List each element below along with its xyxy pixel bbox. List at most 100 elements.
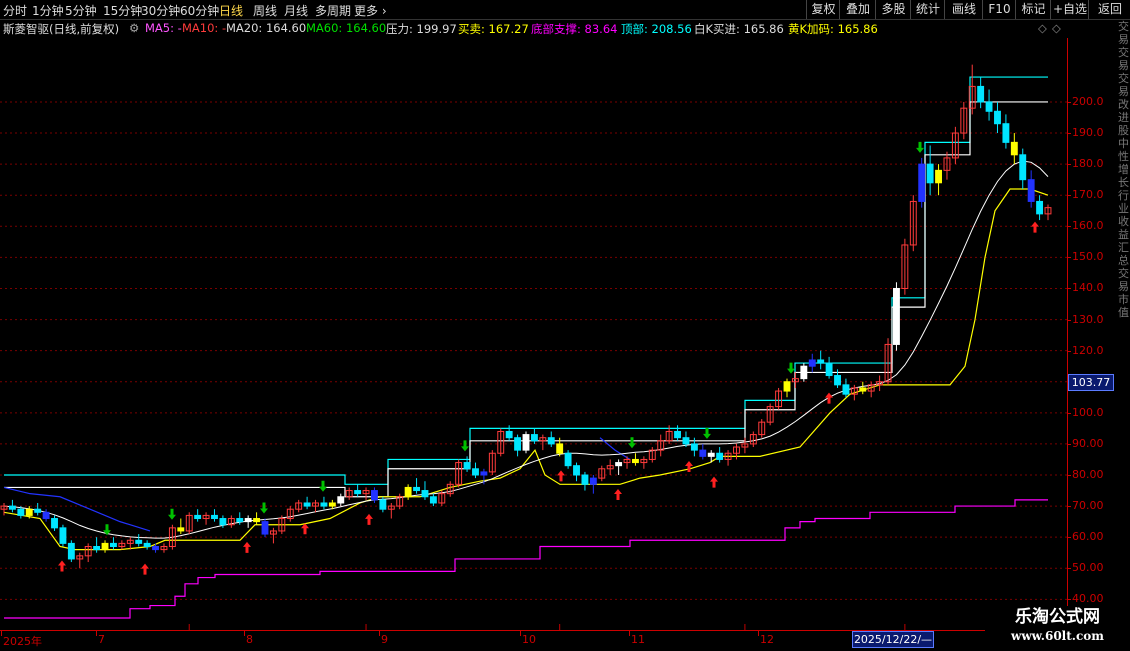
price-tick — [1068, 443, 1071, 445]
price-tick — [1068, 257, 1071, 259]
candle-body — [859, 387, 867, 392]
price-tick — [1068, 412, 1071, 414]
watermark-url: www.60lt.com — [1011, 629, 1104, 643]
candle-body — [253, 518, 261, 523]
period-tab-10[interactable]: 更多 › — [354, 2, 387, 19]
time-tick — [244, 631, 245, 636]
price-tick-label: 200.0 — [1072, 94, 1104, 108]
candle-body — [977, 85, 985, 103]
candle-body — [893, 287, 900, 345]
price-tick-label: 170.0 — [1072, 188, 1104, 202]
time-tick-label: 11 — [631, 633, 645, 646]
toolbar-button-4[interactable]: 画线 — [944, 0, 983, 19]
candle-body — [918, 163, 926, 202]
price-tick-label: 60.00 — [1072, 530, 1104, 544]
period-tab-3[interactable]: 15分钟 — [103, 2, 142, 19]
candlestick-chart[interactable] — [0, 38, 1067, 630]
diamond-icon[interactable]: ◇ — [1038, 21, 1047, 35]
toolbar-button-3[interactable]: 统计 — [910, 0, 945, 19]
buy-arrow — [243, 541, 251, 553]
period-tab-1[interactable]: 1分钟 — [32, 2, 64, 19]
price-tick-label: 50.00 — [1072, 561, 1104, 575]
period-tab-8[interactable]: 月线 — [284, 2, 308, 19]
settings-icon[interactable]: ⚙ — [129, 21, 139, 35]
collapse-icon[interactable]: ◇ — [1052, 21, 1061, 35]
candle-body — [143, 542, 151, 547]
side-panel-strip[interactable]: 交易交易交易改进股中性增长行业收益汇总交易市值 — [1118, 20, 1130, 420]
yellow-k-add-label: 黄K加码: 165.86 — [788, 22, 878, 36]
candle-body — [505, 430, 513, 439]
toolbar-button-8[interactable]: 返回 — [1088, 0, 1130, 19]
candle-body — [404, 486, 412, 498]
buy-arrow — [58, 560, 66, 572]
time-tick-label: 10 — [522, 633, 536, 646]
candle-body — [1010, 141, 1018, 156]
toolbar-button-5[interactable]: F10 — [982, 0, 1016, 19]
period-tab-2[interactable]: 5分钟 — [65, 2, 97, 19]
candle-body — [800, 365, 808, 380]
toolbar-button-0[interactable]: 复权 — [806, 0, 840, 19]
candle-body — [244, 518, 252, 523]
candle-body — [632, 458, 639, 464]
toolbar-button-1[interactable]: 叠加 — [839, 0, 876, 19]
price-tick — [1068, 350, 1071, 352]
sell-arrow — [461, 440, 469, 452]
sell-arrow — [628, 437, 636, 449]
candle-body — [514, 437, 522, 451]
toolbar-button-7[interactable]: +自选 — [1050, 0, 1089, 19]
price-tick — [1068, 537, 1071, 539]
candle-body — [194, 514, 202, 520]
price-tick-label: 40.00 — [1072, 592, 1104, 606]
candle-body — [834, 375, 841, 386]
candle-body — [261, 521, 269, 535]
price-tick — [1068, 101, 1071, 103]
candle-body — [429, 496, 437, 504]
bottom-support-line — [4, 499, 1048, 619]
period-tab-7[interactable]: 周线 — [253, 2, 277, 19]
time-tick — [379, 631, 380, 636]
sell-arrow — [168, 508, 176, 520]
sell-arrow — [319, 480, 327, 492]
period-tab-4[interactable]: 30分钟 — [141, 2, 180, 19]
candle-body — [219, 518, 227, 526]
candle-body — [101, 542, 109, 551]
candle-body — [589, 477, 597, 485]
watermark: 乐淘公式网 www.60lt.com — [985, 606, 1130, 650]
price-tick-label: 180.0 — [1072, 157, 1104, 171]
candle-body — [699, 449, 707, 457]
time-tick-label: 2025年 — [3, 635, 42, 648]
price-tick — [1068, 288, 1071, 290]
period-tab-5[interactable]: 60分钟 — [180, 2, 219, 19]
toolbar-button-2[interactable]: 多股 — [875, 0, 911, 19]
period-tab-0[interactable]: 分时 — [3, 2, 27, 19]
price-tick — [1068, 506, 1071, 508]
ma20-label: MA20: 164.60 — [226, 21, 307, 35]
sell-arrow — [916, 141, 924, 153]
buy-arrow — [614, 489, 622, 500]
candle-body — [17, 508, 25, 516]
candle-body — [547, 437, 555, 445]
candle-body — [211, 514, 218, 520]
candle-body — [59, 527, 67, 544]
current-price-marker: 103.77 — [1068, 374, 1114, 391]
candle-body — [463, 462, 471, 470]
stock-title[interactable]: 斯菱智驱(日线,前复权) — [3, 21, 119, 37]
candle-body — [480, 471, 488, 476]
period-tab-9[interactable]: 多周期 — [315, 2, 351, 19]
price-tick-label: 190.0 — [1072, 126, 1104, 140]
candle-body — [556, 443, 564, 454]
cursor-date-marker: 2025/12/22/— — [852, 631, 934, 648]
candle-body — [1019, 154, 1027, 181]
candle-body — [522, 434, 530, 451]
toolbar-button-6[interactable]: 标记 — [1015, 0, 1051, 19]
time-tick-label: 9 — [381, 633, 388, 646]
price-tick-label: 70.00 — [1072, 499, 1104, 513]
price-tick — [1068, 475, 1071, 476]
price-tick — [1068, 195, 1071, 197]
time-tick-label: 7 — [98, 633, 105, 646]
time-tick — [629, 631, 630, 636]
period-tab-6[interactable]: 日线 — [219, 2, 243, 19]
candle-body — [67, 542, 75, 560]
candle-body — [51, 518, 58, 529]
time-tick — [758, 631, 759, 636]
